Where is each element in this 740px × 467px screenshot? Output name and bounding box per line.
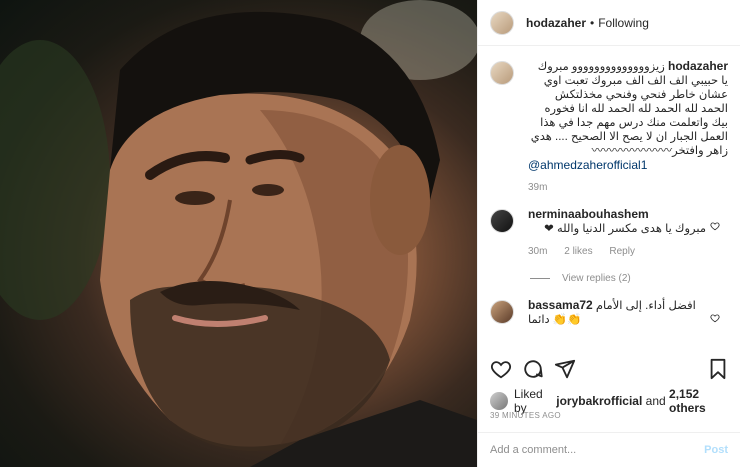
caption: hodazaher زيزوووووووووووووو مبروك يا حبي… [490,59,728,193]
liked-by-user[interactable]: jorybakrofficial [556,394,642,408]
comment-time[interactable]: 30m [528,246,547,257]
post-panel: hodazaher • Following hodazaher زيزووووو… [477,0,740,467]
caption-time[interactable]: 39m [528,182,547,193]
post-header: hodazaher • Following [478,0,740,46]
caption-text: زيزوووووووووووووو مبروك يا حبيبي الف الف… [530,61,728,157]
caption-text-block: hodazaher زيزوووووووووووووو مبروك يا حبي… [528,59,728,158]
comment-input[interactable] [490,444,705,456]
comment-username[interactable]: bassama72 [528,298,593,312]
reply-button[interactable]: Reply [609,246,635,257]
caption-username[interactable]: hodazaher [668,59,728,73]
heart-icon[interactable] [710,313,720,323]
action-bar [490,357,728,381]
list-item: nerminaabouhashem مبروك يا هدى مكسر الدن… [490,207,728,257]
comment-username[interactable]: nerminaabouhashem [528,207,649,221]
avatar[interactable] [490,300,514,324]
post-timestamp[interactable]: 39 MINUTES AGO [490,411,561,420]
list-item: bassama72 افضل أداء. إلى الأمام دائما 👏👏 [490,298,728,327]
caption-meta: 39m [528,182,728,193]
divider [530,278,550,279]
likes-conj: and [645,394,666,408]
mention-link[interactable]: @ahmedzaherofficial1 [528,158,728,172]
portrait-photo [0,0,477,467]
view-replies-label: View replies (2) [562,273,631,284]
comment-icon[interactable] [522,358,544,380]
view-replies-button[interactable]: View replies (2) [530,273,728,284]
heart-icon[interactable] [490,358,512,380]
comments-list[interactable]: hodazaher زيزوووووووووووووو مبروك يا حبي… [478,47,740,347]
avatar[interactable] [490,392,508,410]
instagram-post: hodazaher • Following hodazaher زيزووووو… [0,0,740,467]
avatar[interactable] [490,61,514,85]
comment-text-block: nerminaabouhashem مبروك يا هدى مكسر الدن… [528,207,706,236]
heart-icon[interactable] [710,221,720,231]
separator-dot: • [590,15,595,30]
comment-meta: 30m 2 likes Reply [528,246,706,257]
following-button[interactable]: Following [598,16,649,30]
avatar[interactable] [490,10,514,35]
comment-text-block: bassama72 افضل أداء. إلى الأمام دائما 👏👏 [528,298,706,327]
comment-likes[interactable]: 2 likes [564,246,592,257]
post-image[interactable] [0,0,477,467]
add-comment-bar: Post [478,432,740,467]
bookmark-icon[interactable] [708,358,728,380]
avatar[interactable] [490,209,514,233]
comment-text: مبروك يا هدى مكسر الدنيا والله ❤ [544,223,706,235]
header-username[interactable]: hodazaher [526,16,586,30]
likes-others[interactable]: 2,152 others [669,387,730,415]
share-icon[interactable] [554,358,576,380]
post-button[interactable]: Post [704,444,728,456]
